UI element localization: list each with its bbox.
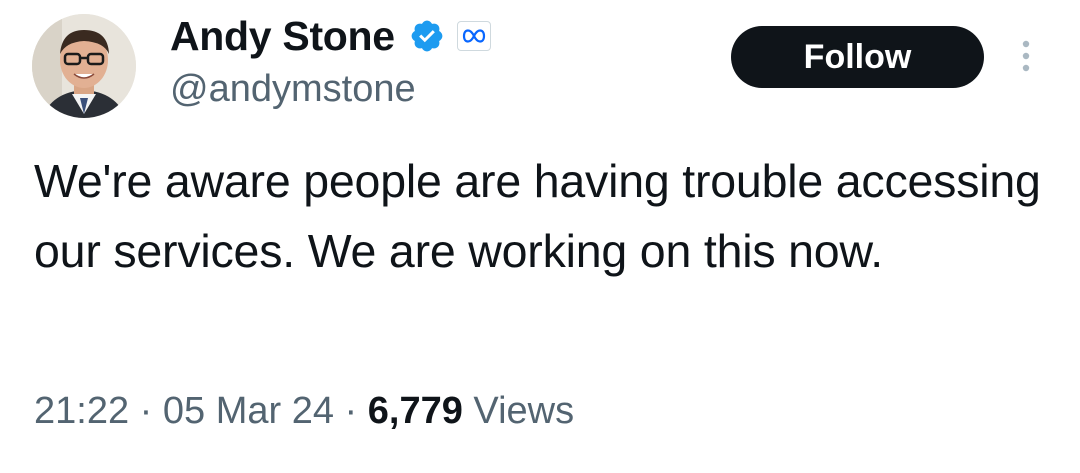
author-handle[interactable]: @andymstone xyxy=(170,68,416,111)
views-count[interactable]: 6,779 xyxy=(368,390,463,432)
tweet-text: We're aware people are having trouble ac… xyxy=(34,155,1041,277)
tweet-meta: 21:22 · 05 Mar 24 · 6,779 Views xyxy=(34,390,574,433)
tweet-date[interactable]: 05 Mar 24 xyxy=(163,390,334,432)
avatar-image xyxy=(32,14,136,118)
views-label: Views xyxy=(473,390,575,432)
follow-button[interactable]: Follow xyxy=(731,26,984,88)
author-display-name[interactable]: Andy Stone xyxy=(170,13,395,60)
verified-badge-icon[interactable] xyxy=(409,18,445,54)
avatar[interactable] xyxy=(32,14,136,118)
author-name-row: Andy Stone xyxy=(170,12,491,60)
more-vertical-icon[interactable] xyxy=(1014,38,1038,78)
meta-separator: · xyxy=(139,390,153,432)
tweet-time[interactable]: 21:22 xyxy=(34,390,129,432)
meta-logo-icon[interactable] xyxy=(456,21,491,51)
meta-separator: · xyxy=(344,390,358,432)
